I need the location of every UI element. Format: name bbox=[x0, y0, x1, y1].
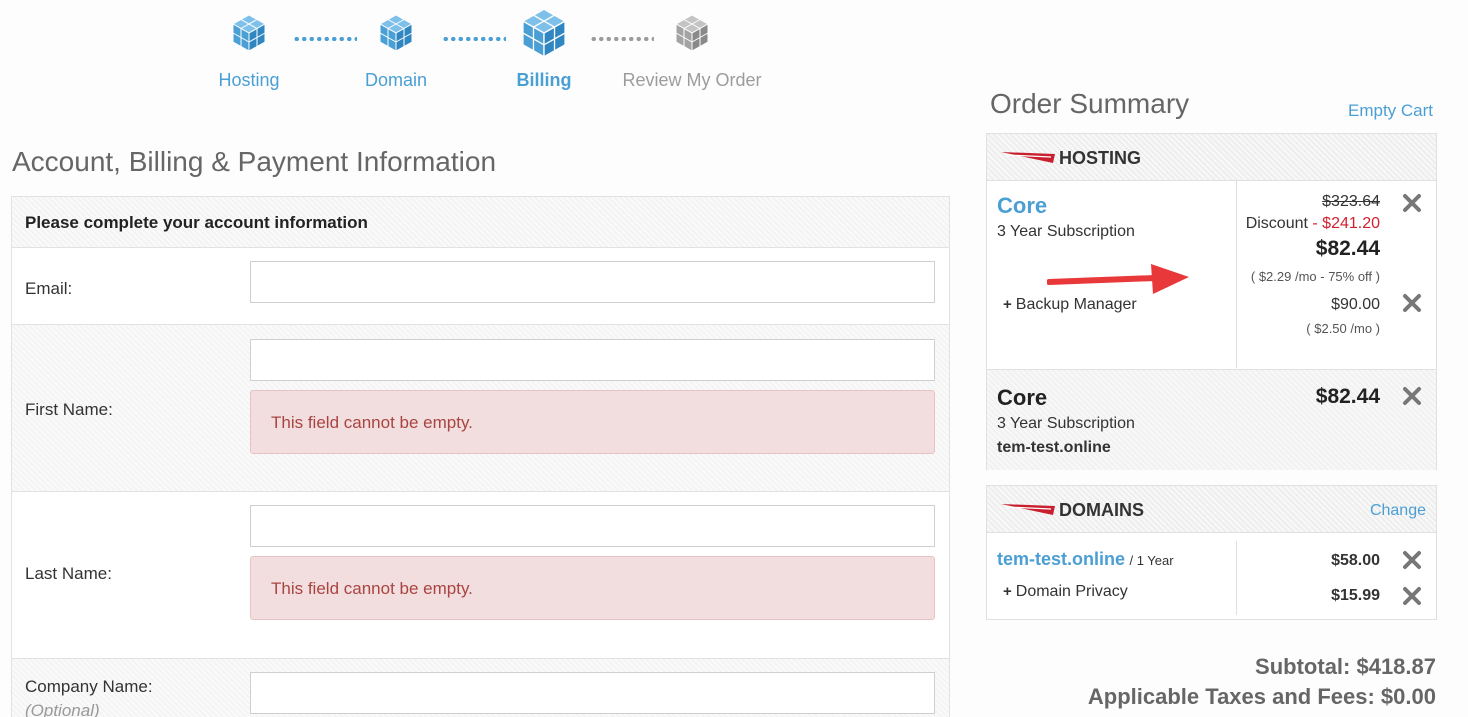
step-hosting[interactable]: Hosting bbox=[169, 14, 329, 91]
cube-icon bbox=[521, 8, 567, 58]
domain-price: $58.00 bbox=[1331, 552, 1380, 569]
remove-plan2-icon[interactable] bbox=[1402, 386, 1422, 406]
email-row: Email: bbox=[12, 248, 949, 325]
hosting-title: HOSTING bbox=[1059, 148, 1142, 168]
step-label: Billing bbox=[516, 70, 572, 90]
step-label: Hosting bbox=[218, 70, 280, 90]
addon-name: Backup Manager bbox=[1015, 296, 1137, 313]
plan-price: $82.44 bbox=[1315, 237, 1380, 260]
first-name-field[interactable] bbox=[250, 339, 935, 381]
hosting-heading: HOSTING bbox=[987, 134, 1436, 181]
remove-plan-icon[interactable] bbox=[1402, 193, 1422, 213]
page-title: Account, Billing & Payment Information bbox=[12, 146, 497, 177]
taxes-and-fees: Applicable Taxes and Fees: $0.00 bbox=[1087, 684, 1436, 709]
cube-icon bbox=[675, 14, 709, 52]
step-billing[interactable]: Billing bbox=[464, 8, 624, 91]
plan2-domain-link[interactable]: tem-test.online bbox=[997, 439, 1111, 457]
panel-heading: Please complete your account information bbox=[12, 197, 949, 248]
subtotal: Subtotal: $418.87 bbox=[1255, 654, 1436, 679]
remove-addon-icon[interactable] bbox=[1402, 293, 1422, 313]
step-label: Domain bbox=[364, 70, 428, 90]
first-name-row: First Name: This field cannot be empty. bbox=[12, 325, 949, 492]
company-field[interactable] bbox=[250, 672, 935, 714]
company-label: Company Name: bbox=[25, 677, 153, 696]
order-summary-title: Order Summary bbox=[990, 88, 1190, 119]
plan-name-link[interactable]: Core bbox=[997, 193, 1047, 219]
privacy-price: $15.99 bbox=[1331, 587, 1380, 604]
panel-heading-text: Please complete your account information bbox=[25, 213, 368, 232]
brand-swoosh-icon bbox=[1001, 504, 1055, 515]
brand-swoosh-icon bbox=[1001, 152, 1055, 163]
plan-term: 3 Year Subscription bbox=[997, 223, 1135, 240]
plan-price-note: ( $2.29 /mo - 75% off ) bbox=[1250, 269, 1380, 284]
domains-box: DOMAINS Change tem-test.online / 1 Year … bbox=[986, 485, 1437, 620]
account-info-panel: Please complete your account information… bbox=[11, 196, 950, 717]
remove-domain-icon[interactable] bbox=[1402, 550, 1422, 570]
plan-summary-row: Core 3 Year Subscription tem-test.online… bbox=[987, 369, 1436, 470]
step-review-order: Review My Order bbox=[612, 14, 772, 91]
empty-cart-link[interactable]: Empty Cart bbox=[1348, 101, 1433, 121]
arrow-annotation-icon bbox=[1047, 264, 1189, 294]
column-divider bbox=[1236, 181, 1237, 368]
last-name-label: Last Name: bbox=[25, 564, 112, 583]
first-name-label: First Name: bbox=[25, 400, 113, 419]
domain-line: tem-test.online / 1 Year bbox=[997, 549, 1174, 570]
change-domains-link[interactable]: Change bbox=[1370, 502, 1426, 520]
last-name-error: This field cannot be empty. bbox=[250, 556, 935, 620]
company-optional-hint: (Optional) bbox=[25, 701, 100, 717]
addon-price-note: ( $2.50 /mo ) bbox=[1306, 321, 1380, 336]
cube-icon bbox=[379, 14, 413, 52]
discount-line: Discount - $241.20 bbox=[1246, 215, 1380, 233]
addon-backup-manager: + Backup Manager bbox=[1003, 296, 1137, 313]
first-name-error: This field cannot be empty. bbox=[250, 390, 935, 454]
company-row: Company Name: (Optional) bbox=[12, 659, 949, 717]
checkout-page: Hosting Domain Billing Review My Order A… bbox=[0, 0, 1468, 717]
addon-price: $90.00 bbox=[1331, 296, 1380, 313]
discount-label: Discount bbox=[1245, 215, 1308, 232]
discount-amount: - $241.20 bbox=[1312, 215, 1380, 232]
original-price: $323.64 bbox=[1322, 193, 1380, 210]
email-label: Email: bbox=[25, 279, 73, 298]
last-name-row: Last Name: This field cannot be empty. bbox=[12, 492, 949, 659]
remove-privacy-icon[interactable] bbox=[1402, 586, 1422, 606]
column-divider bbox=[1236, 541, 1237, 615]
addon-domain-privacy: + Domain Privacy bbox=[1003, 583, 1128, 600]
step-label: Review My Order bbox=[622, 70, 762, 90]
domains-title: DOMAINS bbox=[1059, 500, 1144, 520]
domain-name-link[interactable]: tem-test.online bbox=[997, 549, 1125, 569]
plan2-term: 3 Year Subscription bbox=[997, 415, 1135, 432]
email-field[interactable] bbox=[250, 261, 935, 303]
domain-term: / 1 Year bbox=[1129, 553, 1174, 568]
step-domain[interactable]: Domain bbox=[316, 14, 476, 91]
last-name-field[interactable] bbox=[250, 505, 935, 547]
cube-icon bbox=[232, 14, 266, 52]
plan2-name: Core bbox=[997, 385, 1048, 410]
addon-name: Domain Privacy bbox=[1015, 583, 1128, 600]
plan2-price: $82.44 bbox=[1315, 385, 1380, 408]
hosting-box: HOSTING Core 3 Year Subscription $323.64… bbox=[986, 133, 1437, 470]
domains-heading: DOMAINS Change bbox=[987, 486, 1436, 533]
